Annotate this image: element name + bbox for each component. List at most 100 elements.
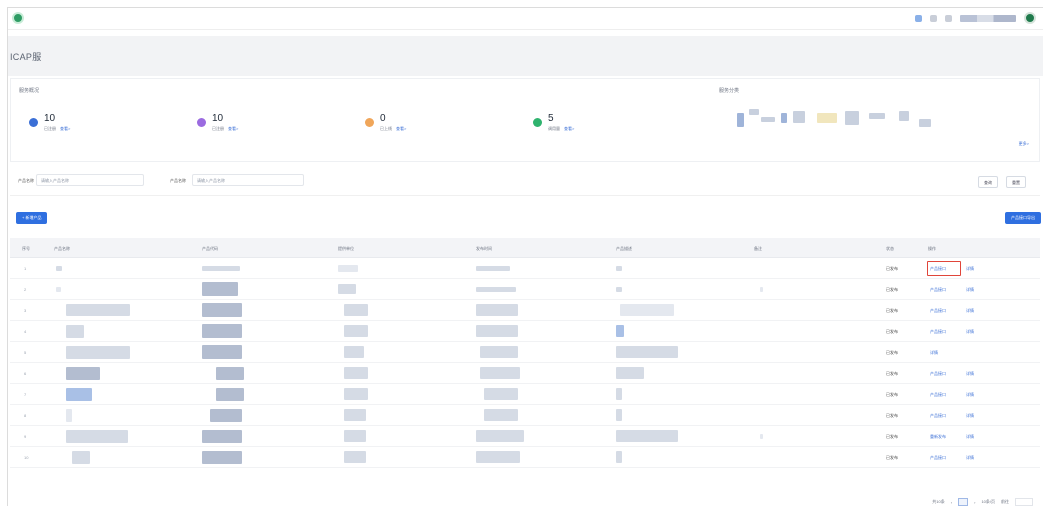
redacted-cell (616, 430, 678, 442)
category-icon[interactable] (737, 113, 744, 127)
reset-button[interactable]: 重置 (1006, 176, 1026, 188)
product-interface-link[interactable]: 产品接口 (930, 266, 946, 272)
detail-link[interactable]: 详情 (966, 329, 974, 335)
detail-link[interactable]: 详情 (966, 455, 974, 461)
detail-link[interactable]: 详情 (966, 413, 974, 419)
redacted-cell (344, 451, 366, 463)
redacted-cell (344, 388, 368, 400)
row-index: 9 (24, 434, 27, 439)
row-index: 5 (24, 350, 27, 355)
redacted-cell (56, 287, 61, 292)
detail-link[interactable]: 详情 (966, 266, 974, 272)
user-avatar[interactable] (1024, 12, 1036, 24)
category-icon[interactable] (749, 109, 759, 115)
message-icon[interactable] (930, 14, 937, 22)
stat-value: 0 (380, 113, 386, 124)
page-title: ICAP服 (10, 52, 42, 62)
redacted-cell (344, 304, 368, 316)
table-row: 1 已发布 产品接口 详情 (10, 258, 1040, 279)
redacted-cell (616, 287, 622, 292)
stat-link[interactable]: 查看> (228, 126, 238, 132)
stat-link[interactable]: 查看> (60, 126, 70, 132)
redacted-cell (616, 367, 644, 379)
category-icon[interactable] (817, 113, 837, 123)
detail-link[interactable]: 详情 (966, 287, 974, 293)
status-badge: 已发布 (886, 371, 898, 376)
category-icon[interactable] (793, 111, 805, 123)
redacted-cell (202, 324, 242, 338)
add-product-button[interactable]: + 新增产品 (16, 212, 48, 224)
row-index: 3 (24, 308, 27, 313)
redacted-cell (210, 409, 242, 422)
redacted-cell (66, 409, 72, 422)
user-name[interactable] (960, 14, 1016, 22)
top-toolbar (915, 12, 1036, 24)
stat-icon (197, 118, 206, 127)
detail-link[interactable]: 详情 (966, 392, 974, 398)
category-icon[interactable] (899, 111, 909, 121)
status-badge: 已发布 (886, 308, 898, 313)
redacted-cell (476, 325, 518, 337)
redacted-cell (72, 451, 90, 464)
redacted-cell (344, 367, 368, 379)
column-header: 产品代码 (202, 246, 218, 251)
stat-value: 10 (44, 113, 56, 124)
detail-link[interactable]: 详情 (966, 434, 974, 440)
stat-card-online: 0 已上线 查看> (365, 113, 406, 132)
redacted-cell (344, 346, 364, 358)
detail-link[interactable]: 详情 (966, 371, 974, 377)
redacted-cell (484, 409, 518, 421)
product-code-input[interactable]: 请输入产品名称 (192, 174, 304, 186)
pager-prev-icon[interactable]: ‹ (951, 500, 952, 505)
redacted-cell (476, 451, 520, 463)
category-icon[interactable] (869, 113, 885, 119)
detail-link[interactable]: 详情 (930, 350, 938, 356)
pager-total: 共10条 (932, 499, 945, 504)
column-header: 产品名称 (54, 246, 70, 251)
column-header: 发布时间 (476, 246, 492, 251)
pager-size-select[interactable]: 10条/页 (981, 499, 995, 505)
stat-icon (365, 118, 374, 127)
settings-icon[interactable] (945, 14, 952, 22)
pager-current-page[interactable] (958, 498, 969, 506)
detail-link[interactable]: 详情 (966, 308, 974, 314)
table-row: 10 已发布 产品接口 详情 (10, 447, 1040, 468)
category-heading: 服务分类 (719, 88, 740, 94)
pager-goto-input[interactable] (1015, 498, 1033, 506)
stat-link[interactable]: 查看> (564, 126, 574, 132)
redacted-cell (66, 430, 128, 443)
product-interface-link[interactable]: 产品接口 (930, 371, 946, 377)
redacted-cell (202, 451, 242, 464)
category-icon[interactable] (845, 111, 859, 125)
category-icon[interactable] (919, 119, 931, 127)
row-index: 6 (24, 371, 27, 376)
pager-next-icon[interactable]: › (974, 500, 975, 505)
export-button[interactable]: 产品接口导出 (1005, 212, 1041, 224)
product-name-input[interactable]: 请输入产品名称 (36, 174, 144, 186)
app-logo-icon[interactable] (12, 12, 24, 24)
redacted-cell (616, 325, 624, 337)
redacted-cell (760, 434, 763, 439)
stat-label: 已注册 (212, 126, 224, 131)
product-interface-link[interactable]: 产品接口 (930, 455, 946, 461)
status-badge: 已发布 (886, 287, 898, 292)
table-row: 6 已发布 产品接口 详情 (10, 363, 1040, 384)
search-button[interactable]: 查询 (978, 176, 998, 188)
republish-link[interactable]: 重新发布 (930, 434, 946, 440)
row-index: 7 (24, 392, 27, 397)
product-interface-link[interactable]: 产品接口 (930, 287, 946, 293)
stat-icon (29, 118, 38, 127)
redacted-cell (476, 287, 516, 292)
product-interface-link[interactable]: 产品接口 (930, 308, 946, 314)
category-icon[interactable] (761, 117, 775, 122)
row-index: 10 (24, 455, 29, 460)
redacted-cell (66, 388, 92, 401)
product-interface-link[interactable]: 产品接口 (930, 329, 946, 335)
stats-panel: 服务概况 10 已注册 查看> 10 已注册 查看> 0 已上线 查看> 5 调… (10, 78, 1040, 162)
product-interface-link[interactable]: 产品接口 (930, 413, 946, 419)
product-interface-link[interactable]: 产品接口 (930, 392, 946, 398)
stat-link[interactable]: 查看> (396, 126, 406, 132)
category-more-link[interactable]: 更多> (1019, 141, 1029, 147)
category-icon[interactable] (781, 113, 787, 123)
notification-icon[interactable] (915, 14, 922, 22)
